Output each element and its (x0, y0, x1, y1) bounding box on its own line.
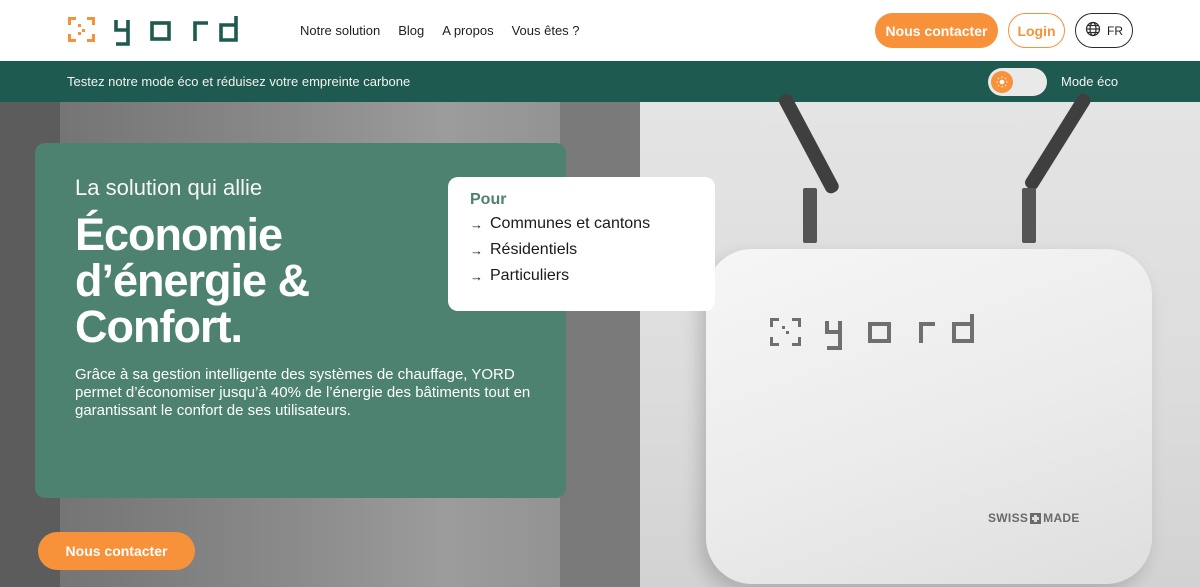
yord-logo[interactable] (68, 14, 238, 48)
eco-mode-bar: Testez notre mode éco et réduisez votre … (0, 61, 1200, 102)
login-button[interactable]: Login (1008, 13, 1065, 48)
eco-mode-toggle[interactable] (988, 68, 1047, 96)
audience-title: Pour (470, 191, 507, 208)
sun-icon (991, 71, 1013, 93)
main-nav: Notre solution Blog A propos Vous êtes ? (300, 0, 580, 61)
hero-title: Économie d’énergie & Confort. (75, 209, 310, 352)
audience-box: Pour → Communes et cantons → Résidentiel… (448, 177, 715, 311)
audience-label: Particuliers (490, 267, 570, 284)
hero-subtitle: La solution qui allie (75, 175, 263, 200)
nav-a-propos[interactable]: A propos (442, 23, 493, 38)
yord-device-image (706, 249, 1152, 584)
nav-notre-solution[interactable]: Notre solution (300, 23, 380, 38)
device-yord-logo (770, 312, 975, 355)
audience-item-residentiels[interactable]: → Résidentiels (470, 237, 693, 263)
hero-title-line-1: Économie (75, 209, 283, 260)
swiss-cross-icon (1030, 512, 1042, 524)
audience-item-particuliers[interactable]: → Particuliers (470, 263, 693, 289)
arrow-right-icon: → (470, 268, 483, 284)
audience-item-communes[interactable]: → Communes et cantons (470, 211, 693, 237)
audience-label: Communes et cantons (490, 215, 651, 232)
swiss-made-badge: SWISS MADE (988, 511, 1080, 525)
hero-description: Grâce à sa gestion intelligente des syst… (75, 366, 531, 419)
site-header: Notre solution Blog A propos Vous êtes ?… (0, 0, 1200, 61)
hero-title-line-3: Confort. (75, 301, 243, 352)
antenna-base-left (803, 188, 817, 243)
nav-blog[interactable]: Blog (398, 23, 424, 38)
language-selector[interactable]: FR (1075, 13, 1133, 48)
globe-icon (1085, 21, 1101, 40)
contact-button[interactable]: Nous contacter (875, 13, 998, 48)
language-code: FR (1107, 23, 1123, 38)
arrow-right-icon: → (470, 242, 483, 258)
antenna-base-right (1022, 188, 1036, 243)
eco-mode-promo: Testez notre mode éco et réduisez votre … (67, 74, 411, 89)
hero-title-line-2: d’énergie & (75, 255, 310, 306)
arrow-right-icon: → (470, 216, 483, 232)
audience-label: Résidentiels (490, 241, 578, 258)
nav-vous-etes[interactable]: Vous êtes ? (512, 23, 580, 38)
hero-contact-button[interactable]: Nous contacter (38, 532, 195, 570)
